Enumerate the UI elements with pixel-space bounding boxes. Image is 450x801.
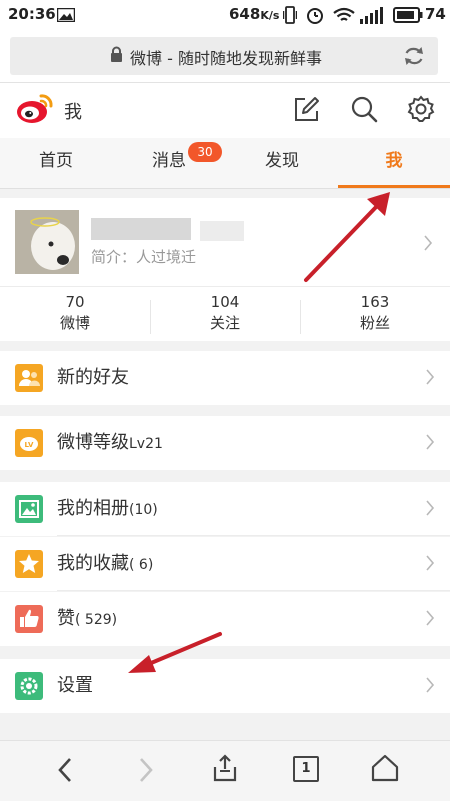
- favorites-icon: [15, 550, 43, 578]
- divider: [57, 590, 450, 591]
- menu-label: 赞( 529): [57, 608, 118, 629]
- menu-item-likes[interactable]: 赞( 529): [0, 592, 450, 646]
- stat-followers-label: 粉丝: [359, 314, 390, 332]
- back-icon[interactable]: [56, 757, 74, 783]
- menu-item-new-friends[interactable]: 新的好友: [0, 351, 450, 405]
- battery-icon: [393, 7, 423, 23]
- weibo-logo-icon: [17, 94, 53, 123]
- album-icon: [15, 495, 43, 523]
- alarm-icon: [307, 8, 323, 24]
- vip-tag-obscured: [200, 221, 244, 241]
- new-friends-icon: [15, 364, 43, 392]
- avatar-photo: [15, 210, 79, 274]
- weibo-level-icon: LV: [15, 429, 43, 457]
- tabs-count-button[interactable]: 1: [293, 756, 319, 782]
- chevron-right-icon: [426, 369, 435, 385]
- like-icon: [15, 605, 43, 633]
- chevron-right-icon: [426, 555, 435, 571]
- chevron-right-icon: [426, 500, 435, 516]
- header-title: 我: [64, 102, 82, 123]
- username-obscured: [91, 218, 191, 240]
- active-tab-indicator: [338, 185, 450, 188]
- gear-icon[interactable]: [407, 95, 435, 123]
- stat-weibo[interactable]: 70 微博: [0, 292, 150, 334]
- messages-badge: 30: [188, 142, 222, 162]
- settings-icon: [15, 672, 43, 700]
- divider: [57, 535, 450, 536]
- menu-item-album[interactable]: 我的相册(10): [0, 482, 450, 536]
- menu-label: 我的相册(10): [57, 498, 158, 519]
- status-time: 20:36: [8, 5, 56, 23]
- wifi-icon: [333, 7, 355, 21]
- lock-icon: [111, 46, 122, 62]
- stat-following-value: 104: [210, 293, 240, 311]
- avatar[interactable]: [15, 210, 79, 274]
- image-notification-icon: [57, 8, 75, 22]
- reload-icon[interactable]: [403, 45, 425, 67]
- chevron-right-icon: [424, 235, 433, 251]
- stat-weibo-label: 微博: [59, 314, 90, 332]
- menu-item-weibo-level[interactable]: LV 微博等级Lv21: [0, 416, 450, 470]
- stat-weibo-value: 70: [65, 293, 85, 311]
- network-speed: 648K/s: [229, 5, 280, 23]
- vibrate-icon: [283, 6, 297, 24]
- profile-bio: 简介：人过境迁: [91, 248, 197, 266]
- menu-label: 我的收藏( 6): [57, 553, 154, 574]
- signal-icon: [360, 7, 383, 24]
- svg-text:LV: LV: [25, 441, 34, 449]
- menu-item-settings[interactable]: 设置: [0, 659, 450, 713]
- chevron-right-icon: [426, 610, 435, 626]
- search-icon[interactable]: [350, 95, 378, 123]
- stat-following-label: 关注: [209, 314, 240, 332]
- home-icon[interactable]: [371, 754, 399, 782]
- chevron-right-icon: [426, 677, 435, 693]
- tab-discover[interactable]: 发现: [226, 138, 338, 186]
- tab-home[interactable]: 首页: [0, 138, 112, 186]
- chevron-right-icon: [426, 434, 435, 450]
- share-icon[interactable]: [212, 754, 238, 782]
- menu-label: 设置: [57, 675, 93, 696]
- page-title: 微博 - 随时随地发现新鲜事: [130, 49, 322, 68]
- compose-icon[interactable]: [293, 96, 320, 123]
- menu-item-favorites[interactable]: 我的收藏( 6): [0, 537, 450, 591]
- stat-followers[interactable]: 163 粉丝: [300, 292, 450, 334]
- stat-following[interactable]: 104 关注: [150, 292, 300, 334]
- stat-followers-value: 163: [360, 293, 390, 311]
- forward-icon[interactable]: [137, 757, 155, 783]
- menu-label: 新的好友: [57, 367, 129, 388]
- menu-label: 微博等级Lv21: [57, 432, 163, 453]
- battery-level: 74: [425, 5, 446, 23]
- tab-me[interactable]: 我: [338, 138, 450, 186]
